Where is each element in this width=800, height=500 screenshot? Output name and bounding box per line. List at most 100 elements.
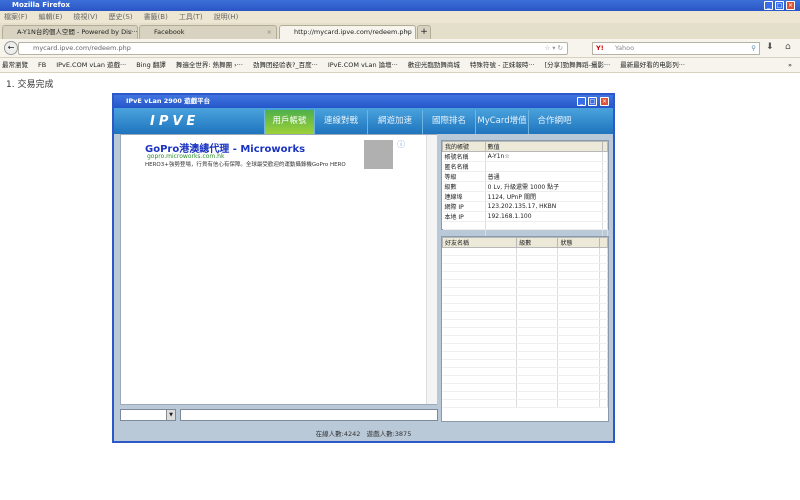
table-cell	[557, 383, 600, 392]
table-cell	[516, 343, 559, 352]
table-cell	[516, 327, 559, 336]
bookmark-star-icon[interactable]: ☆ ▾ ↻	[544, 43, 563, 54]
nav-partner-cafe[interactable]: 合作網吧	[528, 110, 580, 134]
search-input[interactable]: Y! Yahoo ⚲	[592, 42, 760, 55]
table-cell	[442, 399, 518, 408]
table-cell	[442, 263, 518, 272]
nav-game-boost[interactable]: 網遊加速	[367, 110, 422, 134]
column-header: 級數	[516, 237, 559, 248]
table-cell	[599, 375, 609, 384]
new-tab-button[interactable]: +	[417, 25, 431, 39]
table-row: 網際 IP 123.202.135.17, HKBN	[442, 201, 608, 212]
tab-blog[interactable]: A-Y1N台的個人空間 - Powered by Dis··· ×	[2, 25, 138, 39]
search-icon[interactable]: ⚲	[751, 43, 756, 54]
table-row	[442, 359, 609, 368]
yahoo-icon: Y!	[596, 44, 604, 52]
table-cell	[485, 161, 604, 172]
table-cell	[442, 303, 518, 312]
bookmark-item[interactable]: 劲舞团经验表?_百度···	[253, 61, 318, 69]
ad-url[interactable]: gopro.microworks.com.hk	[147, 153, 224, 160]
bookmarks-overflow-button[interactable]: »	[788, 58, 792, 72]
table-cell	[599, 383, 609, 392]
table-cell: 等級	[442, 171, 486, 182]
ad-image[interactable]	[364, 140, 393, 169]
table-cell	[602, 221, 608, 230]
app-close-button[interactable]: ×	[600, 97, 609, 106]
table-cell	[599, 391, 609, 400]
url-input[interactable]: mycard.ipve.com/redeem.php ☆ ▾ ↻	[18, 42, 568, 55]
bookmark-item[interactable]: FB	[38, 61, 46, 69]
app-header: IPVE 用戶帳號 連線對戰 網遊加速 國際排名 MyCard增值 合作網吧	[114, 108, 613, 134]
table-row: 帳號名稱 A-Y1n☆	[442, 151, 608, 162]
bookmark-item[interactable]: 最新最好看的电影列···	[620, 61, 685, 69]
bookmark-item[interactable]: IPvE.COM vLan 論壇···	[328, 61, 398, 69]
bookmark-item[interactable]: [分享]勁舞舞蹈-攝影···	[545, 61, 611, 69]
table-cell: 123.202.135.17, HKBN	[485, 201, 604, 212]
menu-bookmarks[interactable]: 書籤(B)	[144, 13, 168, 21]
nav-account[interactable]: 用戶帳號	[264, 110, 314, 134]
playing-count: 遊戲人數:3875	[366, 430, 412, 438]
table-cell	[557, 287, 600, 296]
table-cell	[557, 247, 600, 256]
table-cell	[557, 343, 600, 352]
table-cell	[442, 311, 518, 320]
table-cell	[557, 327, 600, 336]
table-row	[442, 319, 609, 328]
bookmark-item[interactable]: 舞遍全世界: 熱舞團 ›···	[176, 61, 243, 69]
tab-redeem[interactable]: http://mycard.ipve.com/redeem.php ×	[279, 25, 416, 39]
table-cell	[516, 383, 559, 392]
minimize-button[interactable]: _	[764, 1, 773, 10]
search-placeholder: Yahoo	[615, 44, 635, 52]
table-cell	[599, 327, 609, 336]
table-cell	[599, 271, 609, 280]
close-tab-icon[interactable]: ×	[406, 26, 411, 39]
tab-facebook[interactable]: Facebook ×	[139, 25, 277, 39]
bookmark-item[interactable]: 特殊符號 - 正妹報時···	[470, 61, 535, 69]
table-cell	[602, 211, 608, 222]
nav-online-battle[interactable]: 連線對戰	[314, 110, 367, 134]
menu-help[interactable]: 說明(H)	[214, 13, 239, 21]
table-cell: 級數	[442, 181, 486, 192]
home-icon[interactable]: ⌂	[785, 42, 791, 52]
close-button[interactable]: ×	[786, 1, 795, 10]
table-cell	[516, 375, 559, 384]
menu-bar: 檔案(F) 編輯(E) 檢視(V) 歷史(S) 書籤(B) 工具(T) 說明(H)	[0, 11, 800, 23]
menu-view[interactable]: 檢視(V)	[73, 13, 97, 21]
table-cell: 普通	[485, 171, 604, 182]
table-cell	[442, 375, 518, 384]
menu-history[interactable]: 歷史(S)	[109, 13, 133, 21]
table-cell: 1124, UPnP 關閉	[485, 191, 604, 202]
table-cell	[516, 303, 559, 312]
chevron-down-icon[interactable]: ▼	[166, 410, 175, 420]
chat-target-select[interactable]: ▼	[120, 409, 176, 421]
ad-info-icon[interactable]: ⓘ	[397, 139, 405, 150]
bookmark-item[interactable]: Bing 翻譯	[136, 61, 166, 69]
download-icon[interactable]: ⬇	[766, 42, 774, 52]
maximize-button[interactable]: □	[775, 1, 784, 10]
table-cell	[442, 319, 518, 328]
table-cell	[599, 247, 609, 256]
nav-mycard[interactable]: MyCard增值	[475, 110, 528, 134]
table-cell	[442, 221, 486, 230]
bookmark-item[interactable]: 最常瀏覽	[2, 61, 28, 69]
table-cell	[442, 247, 518, 256]
app-minimize-button[interactable]: _	[577, 97, 586, 106]
table-row	[442, 303, 609, 312]
nav-ranking[interactable]: 國際排名	[422, 110, 475, 134]
bookmark-item[interactable]: 歡迎光臨勁舞商城	[408, 61, 460, 69]
chat-input[interactable]	[180, 409, 438, 421]
menu-tools[interactable]: 工具(T)	[179, 13, 203, 21]
back-button[interactable]: ←	[4, 41, 18, 55]
table-cell	[557, 359, 600, 368]
column-header: 我的帳號	[442, 141, 486, 152]
menu-edit[interactable]: 編輯(E)	[39, 13, 63, 21]
table-cell	[599, 303, 609, 312]
scrollbar[interactable]	[426, 135, 437, 404]
close-tab-icon[interactable]: ×	[267, 26, 272, 39]
menu-file[interactable]: 檔案(F)	[4, 13, 28, 21]
app-maximize-button[interactable]: □	[588, 97, 597, 106]
table-cell	[442, 343, 518, 352]
table-cell	[557, 319, 600, 328]
bookmark-item[interactable]: IPvE.COM vLan 遊戲···	[56, 61, 126, 69]
close-tab-icon[interactable]: ×	[128, 26, 133, 39]
